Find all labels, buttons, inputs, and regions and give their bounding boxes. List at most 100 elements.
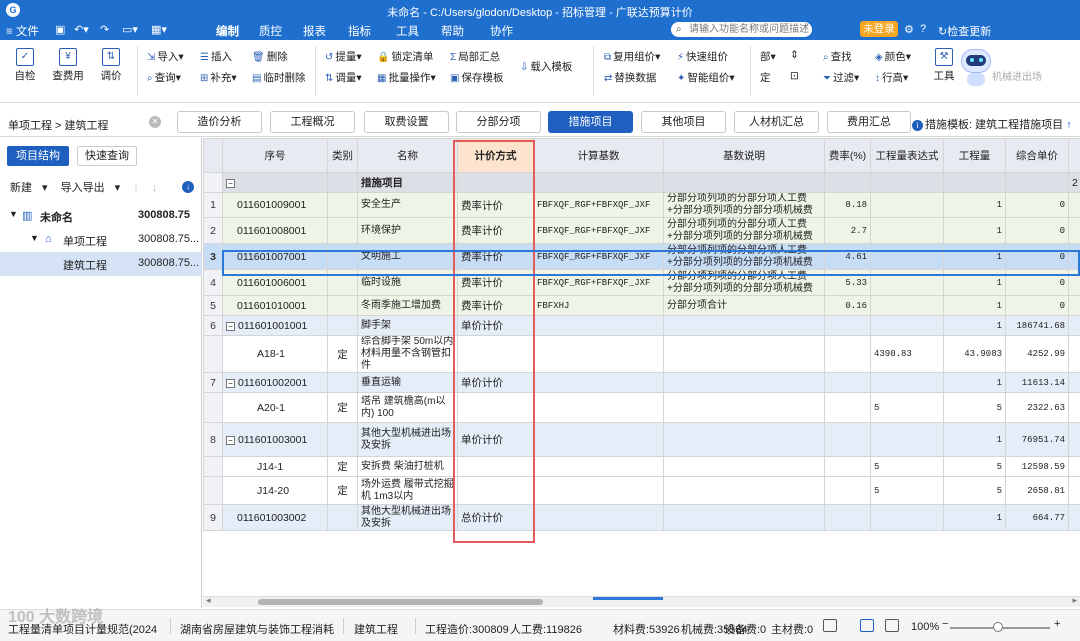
row-unit-price[interactable]: 2658.81 [1005,476,1069,505]
row-code[interactable]: J14-1 [222,456,328,477]
row-code[interactable]: 011601009001 [222,192,328,218]
row-index[interactable] [203,476,223,505]
row-name[interactable]: 其他大型机械进出场 及安拆 [357,422,458,457]
row-qty-expr[interactable]: 5 [870,392,944,423]
tab-sub-items[interactable]: 分部分项 [456,111,541,133]
row-name[interactable]: 塔吊 建筑檐高(m以 内) 100 [357,392,458,423]
row-category[interactable]: 定 [327,476,358,505]
row-rate[interactable]: 4.61 [824,243,871,270]
tab-material-summary[interactable]: 人材机汇总 [734,111,819,133]
row-pricing-method[interactable]: 费率计价 [457,217,534,244]
menu-help[interactable]: 帮助 [441,23,464,39]
assistant-robot-icon[interactable] [955,46,995,96]
row-calc-base[interactable] [533,335,664,373]
row-base-desc[interactable] [663,476,825,505]
quota-button[interactable]: 定 [760,70,771,85]
measure-row[interactable]: 6−011601001001 脚手架 单价计价 1 186741.68 [203,315,1080,336]
row-pricing-method[interactable] [457,392,534,423]
row-unit-price[interactable]: 0 [1005,192,1069,218]
row-unit-price[interactable]: 186741.68 [1005,315,1069,336]
quick-pricing-button[interactable]: ⚡ 快速组价 [677,49,728,64]
row-calc-base[interactable] [533,504,664,531]
settings-icon[interactable]: ⚙ [904,23,914,36]
project-structure-button[interactable]: 项目结构 [7,146,69,166]
row-name[interactable]: 文明施工 [357,243,458,270]
row-index[interactable]: 4 [203,269,223,296]
row-qty[interactable]: 1 [943,372,1006,393]
quick-query-button[interactable]: 快速查询 [77,146,137,166]
row-index[interactable]: 8 [203,422,223,457]
row-rate[interactable] [824,456,871,477]
row-index[interactable]: 1 [203,192,223,218]
row-index[interactable]: 9 [203,504,223,531]
row-pricing-method[interactable]: 总价计价 [457,504,534,531]
row-qty-expr[interactable] [870,295,944,316]
new-menu[interactable]: 新建 ▾ [10,182,48,194]
row-category[interactable] [327,217,358,244]
row-name[interactable]: 安拆费 柴油打桩机 [357,456,458,477]
row-calc-base[interactable] [533,456,664,477]
row-rate[interactable]: 8.18 [824,192,871,218]
row-calc-base[interactable]: FBFXQF_RGF+FBFXQF_JXF [533,269,664,296]
row-base-desc[interactable]: 分部分项列项的分部分项人工费 +分部分项列项的分部分项机械费 [663,192,825,218]
color-button[interactable]: ◈ 颜色▾ [875,49,911,64]
row-unit-price[interactable]: 2322.63 [1005,392,1069,423]
move-down-icon[interactable]: ↓ [152,182,158,194]
view-mode-icon[interactable] [823,619,837,632]
function-search-input[interactable]: ⌕ 请输入功能名称或问题描述 [671,22,812,37]
row-name[interactable]: 垂直运输 [357,372,458,393]
batch-op-button[interactable]: ▦ 批量操作▾ [377,70,436,85]
tab-other-items[interactable]: 其他项目 [641,111,726,133]
row-code[interactable]: −011601001001 [222,315,328,336]
row-qty-expr[interactable] [870,372,944,393]
row-rate[interactable] [824,372,871,393]
row-pricing-method[interactable]: 费率计价 [457,243,534,270]
row-name[interactable]: 其他大型机械进出场 及安拆 [357,504,458,531]
status-region[interactable]: 湖南省房屋建筑与装饰工程消耗 [180,621,334,637]
row-qty[interactable]: 1 [943,422,1006,457]
smart-pricing-button[interactable]: ✦ 智能组价▾ [677,70,735,85]
tree-item-single-project[interactable]: ▼ ⌂ 单项工程 300808.75... [0,228,202,252]
row-category[interactable]: 定 [327,392,358,423]
row-qty-expr[interactable]: 5 [870,456,944,477]
replace-data-button[interactable]: ⇄ 替换数据 [604,70,656,85]
horizontal-scrollbar[interactable]: ◂ ▸ [203,595,1080,607]
row-unit-price[interactable]: 0 [1005,295,1069,316]
row-base-desc[interactable] [663,456,825,477]
measure-row[interactable]: 2 011601008001 环境保护 费率计价 FBFXQF_RGF+FBFXQF_J… [203,217,1080,244]
row-unit-price[interactable]: 11613.14 [1005,372,1069,393]
row-qty[interactable]: 43.9083 [943,335,1006,373]
redo-icon[interactable]: ↷ [100,23,109,36]
row-index[interactable]: 5 [203,295,223,316]
row-pricing-method[interactable]: 费率计价 [457,269,534,296]
row-code[interactable]: 011601006001 [222,269,328,296]
row-rate[interactable] [824,504,871,531]
extract-qty-button[interactable]: ↺ 提量▾ [325,49,362,64]
tab-fee-summary[interactable]: 费用汇总 [827,111,911,133]
row-pricing-method[interactable] [457,476,534,505]
row-index[interactable]: 7 [203,372,223,393]
window-icon[interactable]: ▭▾ [122,23,138,36]
row-index[interactable]: 6 [203,315,223,336]
filter-button[interactable]: ⏷ 过滤▾ [823,70,859,85]
row-name[interactable]: 临时设施 [357,269,458,296]
adjust-qty-button[interactable]: ⇅ 调量▾ [325,70,362,85]
row-name[interactable]: 场外运费 履带式挖掘 机 1m3以内 [357,476,458,505]
row-qty[interactable]: 5 [943,476,1006,505]
supplement-button[interactable]: ⊞ 补充▾ [200,70,237,85]
menu-collab[interactable]: 协作 [490,23,513,39]
row-base-desc[interactable]: 分部分项合计 [663,295,825,316]
measure-template-selector[interactable]: i 措施模板: 建筑工程措施项目 ↑ [912,116,1072,132]
tab-fee-settings[interactable]: 取费设置 [364,111,449,133]
row-pricing-method[interactable]: 单价计价 [457,372,534,393]
measure-row[interactable]: 1 011601009001 安全生产 费率计价 FBFXQF_RGF+FBFXQF_J… [203,192,1080,218]
row-category[interactable] [327,192,358,218]
row-rate[interactable] [824,422,871,457]
help-icon[interactable]: ? [920,23,926,35]
row-name[interactable]: 冬雨季施工增加费 [357,295,458,316]
row-rate[interactable] [824,476,871,505]
import-export-menu[interactable]: 导入导出 ▾ [61,182,121,194]
row-base-desc[interactable] [663,392,825,423]
tab-overview[interactable]: 工程概况 [270,111,355,133]
row-index[interactable]: 2 [203,217,223,244]
